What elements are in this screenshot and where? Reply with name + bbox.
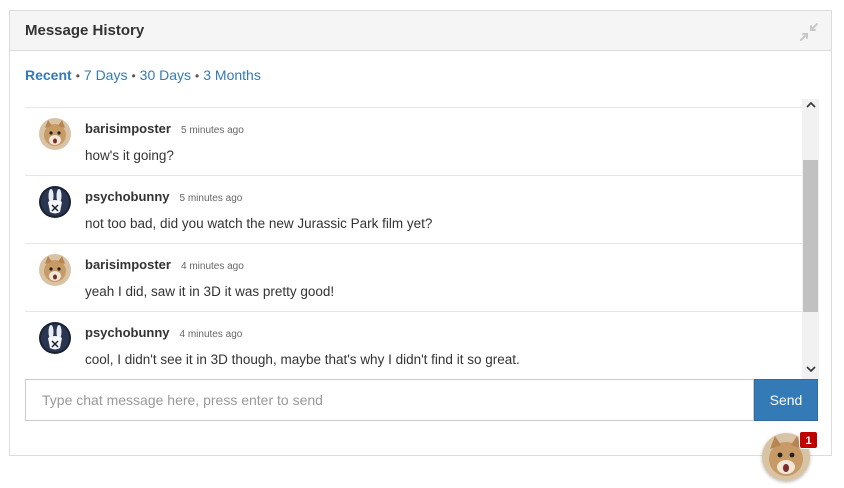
- message-text: cool, I didn't see it in 3D though, mayb…: [85, 352, 520, 367]
- chat-message-input[interactable]: [25, 379, 754, 421]
- message-text: not too bad, did you watch the new Juras…: [85, 216, 433, 231]
- message-history-panel: Message History Recent • 7 Days • 30 Days • 3 …: [9, 10, 832, 456]
- bunny-avatar[interactable]: [39, 322, 71, 354]
- separator-dot: •: [195, 69, 200, 83]
- message-list: barisimposter 5 minutes ago how's it goin…: [25, 107, 803, 380]
- message-item: psychobunny 4 minutes ago cool, I didn't …: [25, 312, 803, 380]
- bunny-avatar[interactable]: [39, 186, 71, 218]
- username-text: barisimposter: [85, 121, 171, 136]
- panel-title: Message History: [25, 22, 145, 39]
- filter-7-days[interactable]: 7 Days: [84, 67, 128, 83]
- message-username: psychobunny 4 minutes ago: [85, 325, 242, 340]
- compress-icon[interactable]: [799, 22, 819, 42]
- send-button[interactable]: Send: [754, 379, 818, 421]
- filter-30-days[interactable]: 30 Days: [140, 67, 191, 83]
- message-timestamp: 4 minutes ago: [180, 261, 244, 272]
- username-text: psychobunny: [85, 325, 170, 340]
- message-text: how's it going?: [85, 148, 174, 163]
- message-scrollbar[interactable]: [802, 99, 819, 379]
- time-filter-links: Recent • 7 Days • 30 Days • 3 Months: [25, 67, 261, 83]
- message-timestamp: 5 minutes ago: [180, 125, 244, 136]
- message-username: barisimposter 5 minutes ago: [85, 121, 244, 136]
- message-text: yeah I did, saw it in 3D it was pretty g…: [85, 284, 335, 299]
- message-item: psychobunny 5 minutes ago not too bad, di…: [25, 176, 803, 244]
- cat-avatar[interactable]: [39, 118, 71, 150]
- unread-count-badge: 1: [799, 431, 818, 449]
- panel-header: Message History: [10, 11, 831, 51]
- message-username: barisimposter 4 minutes ago: [85, 257, 244, 272]
- username-text: barisimposter: [85, 257, 171, 272]
- filter-3-months[interactable]: 3 Months: [203, 67, 261, 83]
- cat-avatar[interactable]: [39, 254, 71, 286]
- message-item: barisimposter 5 minutes ago how's it goin…: [25, 108, 803, 176]
- filter-recent[interactable]: Recent: [25, 67, 72, 83]
- separator-dot: •: [131, 69, 136, 83]
- chat-composer: Send: [25, 379, 818, 421]
- message-timestamp: 4 minutes ago: [179, 329, 243, 340]
- scroll-down-icon[interactable]: [802, 363, 819, 379]
- username-text: psychobunny: [85, 189, 170, 204]
- message-item: barisimposter 4 minutes ago yeah I did, s…: [25, 244, 803, 312]
- scrollbar-thumb[interactable]: [803, 160, 818, 312]
- scroll-up-icon[interactable]: [802, 99, 819, 115]
- separator-dot: •: [75, 69, 80, 83]
- message-timestamp: 5 minutes ago: [179, 193, 243, 204]
- message-username: psychobunny 5 minutes ago: [85, 189, 242, 204]
